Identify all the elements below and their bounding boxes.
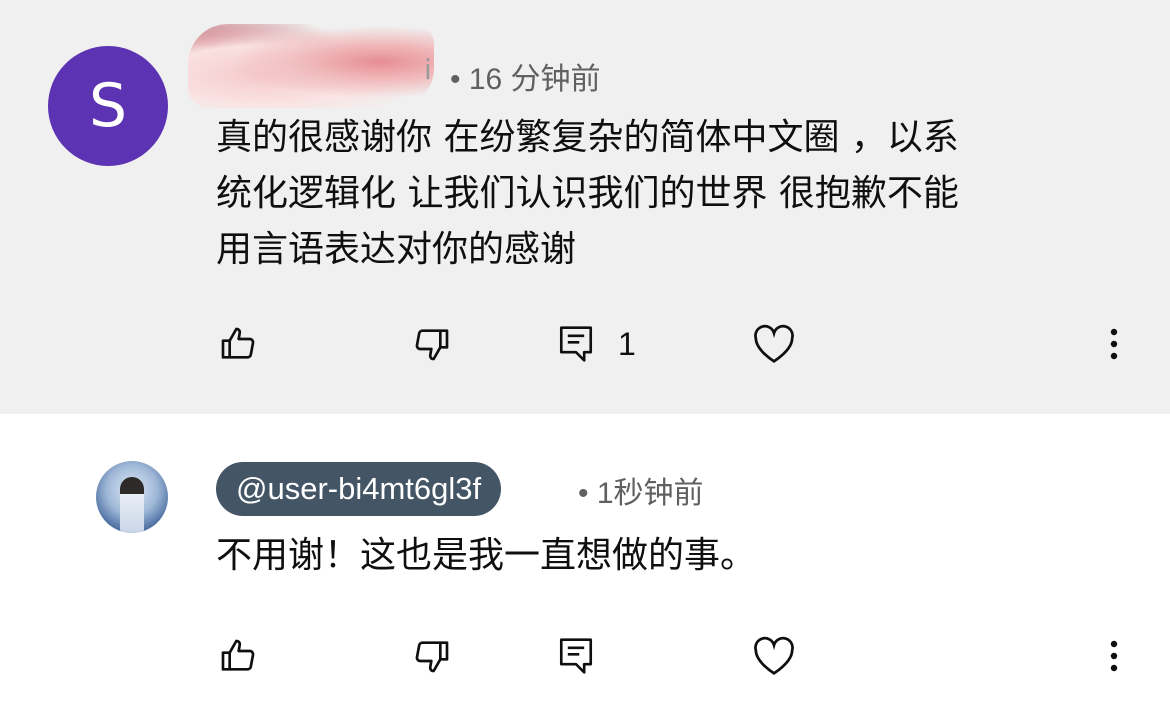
comment-text: 真的很感谢你 在纷繁复杂的简体中文圈 ，以系 统化逻辑化 让我们认识我们的世界 … [216, 117, 959, 270]
heart-button[interactable] [752, 626, 796, 686]
comment-actions: 1 [0, 314, 1170, 374]
username-banner-image[interactable] [188, 24, 434, 108]
dislike-button[interactable] [412, 626, 452, 686]
like-button[interactable] [218, 314, 258, 374]
username-tail: i [424, 53, 432, 86]
like-button[interactable] [218, 626, 258, 686]
thumbs-down-icon [415, 641, 449, 673]
comment-actions [0, 626, 1170, 686]
comment-icon [559, 326, 593, 362]
thumbs-up-icon [221, 327, 255, 359]
reply-count: 1 [618, 325, 636, 362]
comment-timestamp: • 16 分钟前 [450, 63, 601, 96]
thumbs-down-icon [415, 329, 449, 361]
more-options-button[interactable] [1098, 314, 1130, 374]
reply-button[interactable] [558, 626, 594, 686]
heart-icon [754, 636, 794, 675]
more-vertical-icon [1110, 328, 1118, 360]
more-vertical-icon [1110, 640, 1118, 672]
avatar[interactable]: S [48, 46, 168, 166]
comment-text: 不用谢！这也是我一直想做的事。 [216, 535, 757, 576]
comment-icon [559, 638, 593, 674]
username-handle[interactable]: @user-bi4mt6gl3f [216, 462, 502, 516]
comment-card-highlighted: S i • 16 分钟前 真的很感谢你 在纷繁复杂的简体中文圈 ，以系 统化逻辑… [0, 0, 1170, 414]
avatar[interactable] [96, 461, 168, 533]
more-options-button[interactable] [1098, 626, 1130, 686]
heart-icon [754, 324, 794, 363]
thumbs-up-icon [221, 639, 255, 671]
heart-button[interactable] [752, 314, 796, 374]
dislike-button[interactable] [412, 314, 452, 374]
reply-button[interactable]: 1 [558, 314, 636, 374]
comment-timestamp: • 1秒钟前 [578, 477, 704, 510]
avatar-letter: S [88, 71, 128, 141]
avatar-figure [120, 477, 144, 533]
